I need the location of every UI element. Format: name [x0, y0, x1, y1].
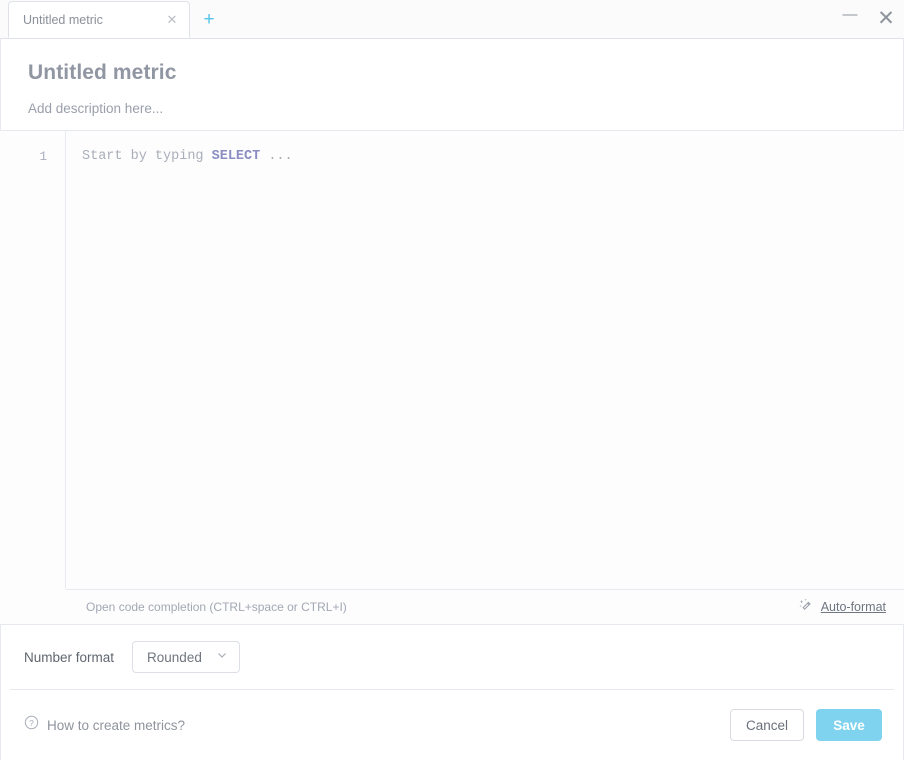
tab-label: Untitled metric	[23, 12, 103, 27]
metric-editor-window: Untitled metric ✕ + — ✕ Untitled metric …	[0, 0, 904, 760]
help-label: How to create metrics?	[47, 717, 186, 733]
editor-status-bar: Open code completion (CTRL+space or CTRL…	[66, 589, 904, 624]
close-icon[interactable]: ✕	[868, 0, 904, 37]
footer-actions: Cancel Save	[730, 709, 882, 741]
placeholder-keyword: SELECT	[211, 149, 261, 164]
number-format-label: Number format	[24, 649, 115, 665]
cancel-button[interactable]: Cancel	[730, 709, 804, 741]
question-circle-icon: ?	[24, 715, 39, 735]
dialog-footer: ? How to create metrics? Cancel Save	[0, 690, 904, 760]
tab-close-icon[interactable]: ✕	[159, 7, 185, 33]
magic-wand-icon	[798, 597, 814, 618]
code-completion-hint: Open code completion (CTRL+space or CTRL…	[86, 600, 347, 614]
save-button[interactable]: Save	[816, 709, 882, 741]
page-title[interactable]: Untitled metric	[28, 61, 876, 85]
window-controls: — ✕	[832, 0, 904, 37]
code-input-area[interactable]: Start by typing SELECT ...	[66, 131, 904, 589]
tab-untitled-metric[interactable]: Untitled metric ✕	[8, 1, 190, 38]
chevron-down-icon	[216, 648, 228, 666]
number-format-select[interactable]: Rounded	[132, 641, 240, 673]
description-input[interactable]: Add description here...	[28, 101, 876, 116]
sql-editor-body[interactable]: 1 Start by typing SELECT ...	[0, 131, 904, 589]
sql-editor: 1 Start by typing SELECT ... Open code c…	[0, 131, 904, 624]
metric-header: Untitled metric Add description here...	[0, 39, 904, 131]
minimize-icon[interactable]: —	[832, 0, 868, 41]
line-number: 1	[39, 150, 47, 164]
placeholder-suffix: ...	[260, 149, 293, 164]
auto-format-button[interactable]: Auto-format	[798, 597, 886, 618]
line-number-gutter: 1	[0, 131, 66, 589]
tab-bar: Untitled metric ✕ + — ✕	[0, 0, 904, 39]
help-link[interactable]: ? How to create metrics?	[24, 715, 185, 735]
number-format-row: Number format Rounded	[0, 624, 904, 689]
code-placeholder: Start by typing SELECT ...	[82, 148, 904, 166]
placeholder-prefix: Start by typing	[82, 149, 212, 164]
svg-text:?: ?	[29, 718, 34, 728]
auto-format-label: Auto-format	[820, 600, 886, 614]
number-format-value: Rounded	[147, 649, 202, 665]
new-tab-button[interactable]: +	[190, 1, 228, 38]
